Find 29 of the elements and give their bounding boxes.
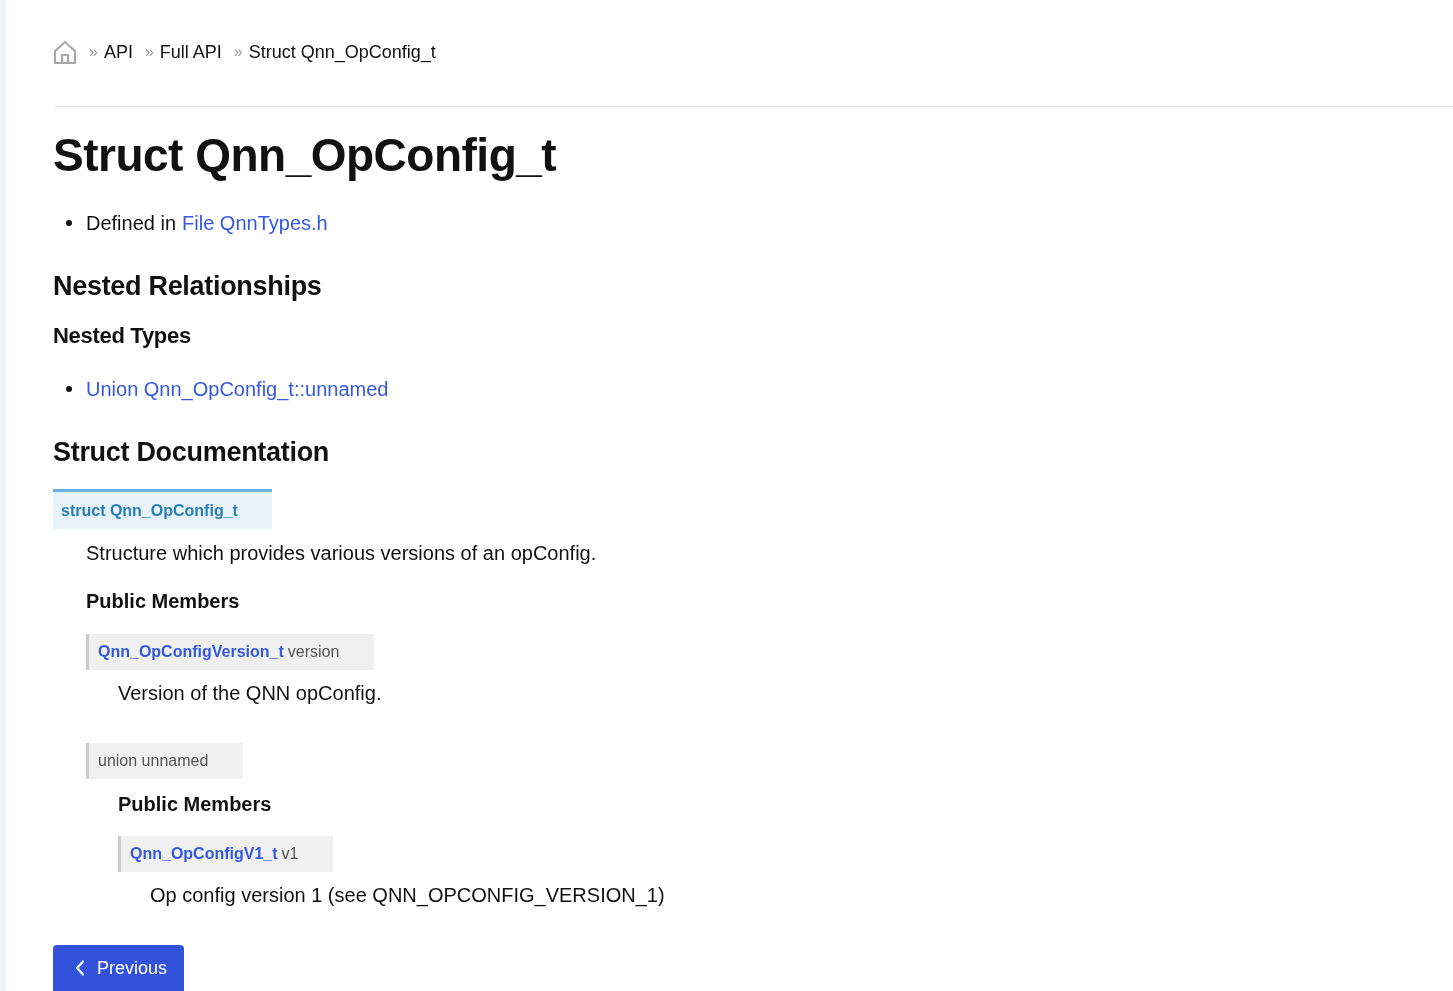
breadcrumb-link[interactable]: Struct Qnn_OpConfig_t (248, 41, 436, 63)
member-description: Version of the QNN opConfig. (118, 681, 383, 706)
section-heading: Public Members (86, 589, 241, 614)
struct-description: Structure which provides various versions of an opConfig. (86, 541, 598, 566)
type-link[interactable]: Qnn_OpConfigVersion_t (98, 643, 284, 661)
file-link[interactable]: File QnnTypes.h (182, 208, 328, 238)
breadcrumb-separator: » (89, 43, 98, 61)
struct-signature: struct Qnn_OpConfig_t (53, 489, 272, 529)
breadcrumb-link[interactable]: API (103, 41, 133, 63)
bullet-icon (66, 386, 72, 392)
previous-button[interactable]: Previous (53, 945, 185, 991)
member-description: Op config version 1 (see QNN_OPCONFIG_VERSION_1) (150, 883, 666, 909)
member-name: v1 (281, 845, 299, 863)
breadcrumb-separator: » (233, 43, 243, 61)
page-title: Struct Qnn_OpConfig_t (53, 128, 558, 183)
home-icon[interactable] (53, 39, 77, 65)
type-link[interactable]: Qnn_OpConfigV1_t (130, 845, 278, 863)
member-name: union unnamed (98, 752, 209, 770)
nested-type-link[interactable]: Union Qnn_OpConfig_t::unnamed (86, 374, 389, 404)
breadcrumb-link[interactable]: Full API (159, 41, 222, 63)
section-heading: Struct Documentation (53, 436, 330, 469)
section-heading: Public Members (118, 792, 273, 817)
defined-in-label: Defined in (86, 211, 177, 236)
breadcrumb-separator: » (144, 43, 154, 61)
subsection-heading: Nested Types (53, 322, 192, 350)
section-heading: Nested Relationships (53, 270, 323, 303)
member-name: version (287, 643, 340, 661)
chevron-left-icon (75, 960, 85, 976)
bullet-icon (66, 220, 72, 226)
